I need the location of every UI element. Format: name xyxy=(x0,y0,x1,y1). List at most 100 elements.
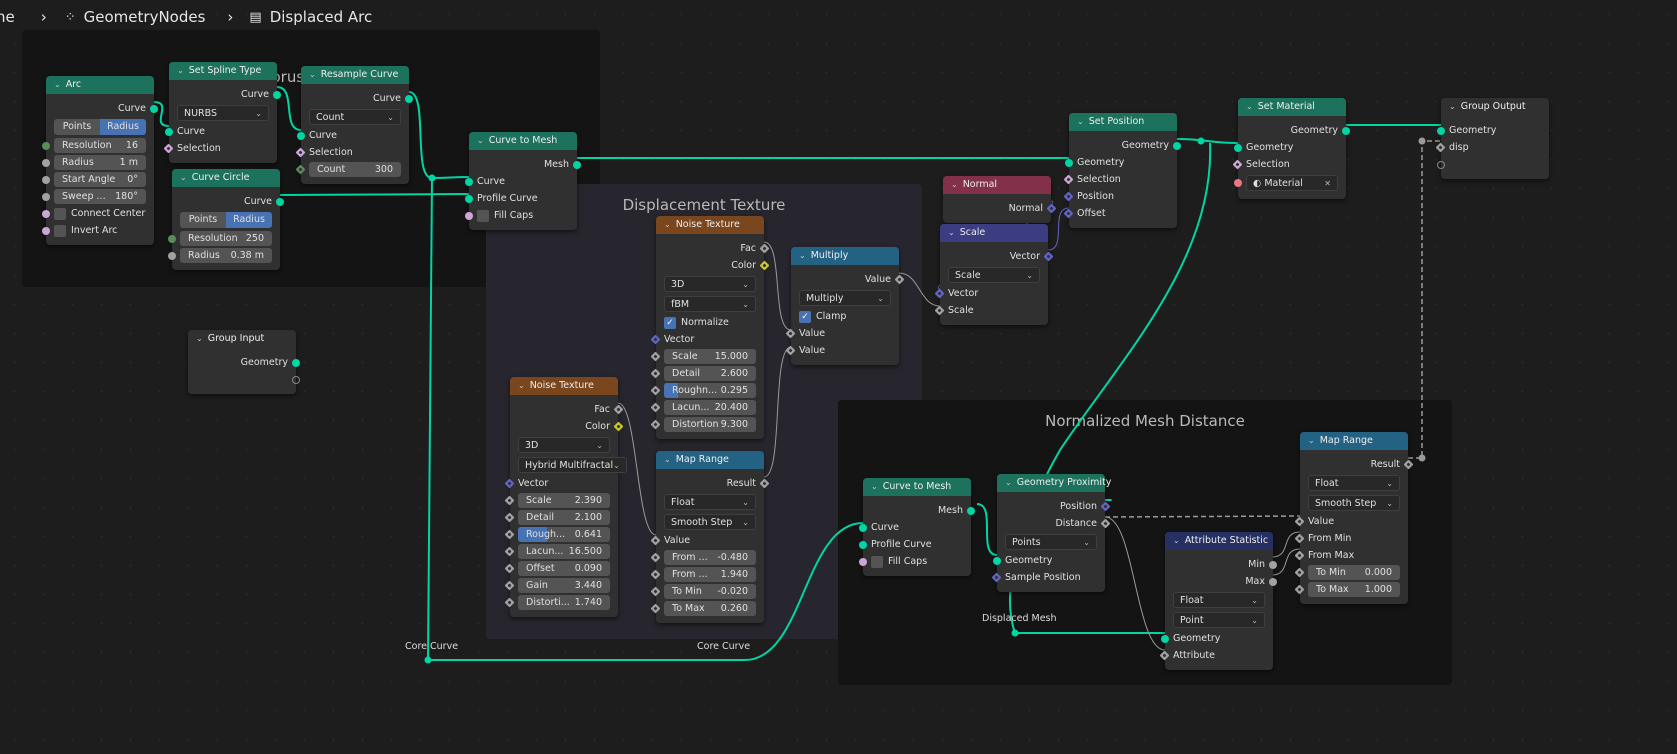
dropdown[interactable]: Float ⌄ xyxy=(1173,592,1265,608)
number-field-detail[interactable]: Detail 2.100 xyxy=(518,510,610,525)
number-field-radius[interactable]: Radius 1 m xyxy=(54,155,146,170)
material-selector[interactable]: ◐ Material ✕ xyxy=(1246,175,1338,191)
node-arc[interactable]: ⌄ Arc Curve Points Radius Resolution 16 Radius 1… xyxy=(42,76,158,245)
dropdown[interactable]: Scale ⌄ xyxy=(948,267,1040,283)
number-field-distortion[interactable]: Distortion 9.300 xyxy=(664,417,756,432)
socket-bool-icon[interactable] xyxy=(42,227,50,235)
number-field-resolution[interactable]: Resolution 16 xyxy=(54,138,146,153)
checkbox[interactable] xyxy=(54,224,66,237)
collapse-chevron-icon[interactable]: ⌄ xyxy=(951,180,958,189)
socket-geometry-icon[interactable] xyxy=(573,161,581,169)
number-field-roughn-[interactable]: Roughn... 0.295 xyxy=(664,383,756,398)
socket-empty-icon[interactable] xyxy=(292,376,300,384)
node-geoprox[interactable]: ⌄ Geometry Proximity Position Distance Point… xyxy=(991,474,1111,592)
number-field-lacun-[interactable]: Lacun... 20.400 xyxy=(664,400,756,415)
socket-geometry-icon[interactable] xyxy=(1234,144,1242,152)
node-header[interactable]: ⌄ Curve to Mesh xyxy=(863,478,971,496)
socket-int-icon[interactable] xyxy=(168,235,176,243)
dropdown[interactable]: Float ⌄ xyxy=(664,494,756,510)
number-field-gain[interactable]: Gain 3.440 xyxy=(518,578,610,593)
node-header[interactable]: ⌄ Set Material xyxy=(1238,98,1346,116)
number-field-to-min[interactable]: To Min -0.020 xyxy=(664,584,756,599)
number-field-resolution[interactable]: Resolution 250 xyxy=(180,231,272,246)
dropdown[interactable]: Smooth Step ⌄ xyxy=(664,514,756,530)
socket-bool-icon[interactable] xyxy=(465,212,473,220)
number-field-lacun-[interactable]: Lacun... 16.500 xyxy=(518,544,610,559)
node-setmat[interactable]: ⌄ Set Material Geometry Geometry Selection ◐ … xyxy=(1232,98,1350,199)
number-field-to-min[interactable]: To Min 0.000 xyxy=(1308,565,1400,580)
node-resample[interactable]: ⌄ Resample Curve Curve Count ⌄ Curve Selection… xyxy=(295,66,413,184)
toggle-option-radius[interactable]: Radius xyxy=(100,119,146,135)
node-header[interactable]: ⌄ Scale xyxy=(940,224,1048,242)
collapse-chevron-icon[interactable]: ⌄ xyxy=(1077,117,1084,126)
node-header[interactable]: ⌄ Group Output xyxy=(1441,98,1549,116)
checkbox[interactable] xyxy=(477,209,489,222)
node-gout[interactable]: ⌄ Group Output Geometry disp xyxy=(1435,98,1549,179)
node-mult[interactable]: ⌄ Multiply Value Multiply ⌄ ✓ Clamp Value Value xyxy=(785,247,905,365)
socket-geometry-icon[interactable] xyxy=(859,541,867,549)
socket-geometry-icon[interactable] xyxy=(465,178,473,186)
socket-geometry-icon[interactable] xyxy=(150,105,158,113)
dropdown[interactable]: 3D ⌄ xyxy=(518,437,610,453)
node-gin[interactable]: ⌄ Group Input Geometry xyxy=(188,330,300,394)
collapse-chevron-icon[interactable]: ⌄ xyxy=(1246,102,1253,111)
collapse-chevron-icon[interactable]: ⌄ xyxy=(477,136,484,145)
node-header[interactable]: ⌄ Curve Circle xyxy=(172,169,280,187)
socket-geometry-icon[interactable] xyxy=(165,128,173,136)
socket-float-icon[interactable] xyxy=(168,252,176,260)
collapse-chevron-icon[interactable]: ⌄ xyxy=(518,381,525,390)
toggle-option-points[interactable]: Points xyxy=(54,119,100,135)
dropdown[interactable]: Point ⌄ xyxy=(1173,612,1265,628)
socket-int-icon[interactable] xyxy=(42,142,50,150)
dropdown[interactable]: Multiply ⌄ xyxy=(799,290,891,306)
socket-geometry-icon[interactable] xyxy=(297,132,305,140)
socket-geometry-icon[interactable] xyxy=(1065,159,1073,167)
clear-icon[interactable]: ✕ xyxy=(1324,179,1331,188)
node-c2m[interactable]: ⌄ Curve to Mesh Mesh Curve Profile Curve Fill… xyxy=(465,132,581,230)
dropdown[interactable]: fBM ⌄ xyxy=(664,296,756,312)
node-header[interactable]: ⌄ Normal xyxy=(943,176,1051,194)
number-field-from-[interactable]: From ... 1.940 xyxy=(664,567,756,582)
node-header[interactable]: ⌄ Group Input xyxy=(188,330,296,348)
number-field-to-max[interactable]: To Max 1.000 xyxy=(1308,582,1400,597)
socket-float-icon[interactable] xyxy=(42,176,50,184)
mode-toggle[interactable]: Points Radius xyxy=(180,212,272,228)
collapse-chevron-icon[interactable]: ⌄ xyxy=(1005,478,1012,487)
number-field-from-[interactable]: From ... -0.480 xyxy=(664,550,756,565)
node-normal[interactable]: ⌄ Normal Normal xyxy=(943,176,1057,223)
checkbox[interactable]: ✓ xyxy=(799,310,811,323)
dropdown[interactable]: Count ⌄ xyxy=(309,109,401,125)
collapse-chevron-icon[interactable]: ⌄ xyxy=(177,66,184,75)
node-attrstat[interactable]: ⌄ Attribute Statistic Min Max Float ⌄ Point ⌄ Ge… xyxy=(1159,532,1277,670)
socket-geometry-icon[interactable] xyxy=(1173,142,1181,150)
socket-geometry-icon[interactable] xyxy=(273,91,281,99)
node-noise1[interactable]: ⌄ Noise Texture Fac Color 3D ⌄ fBM ⌄ ✓ Normalize V… xyxy=(650,216,770,439)
node-header[interactable]: ⌄ Set Spline Type xyxy=(169,62,277,80)
dropdown[interactable]: Hybrid Multifractal ⌄ xyxy=(518,457,627,473)
node-header[interactable]: ⌄ Resample Curve xyxy=(301,66,409,84)
socket-geometry-icon[interactable] xyxy=(292,359,300,367)
checkbox[interactable]: ✓ xyxy=(664,316,676,329)
breadcrumb-modifier[interactable]: GeometryNodes xyxy=(84,8,206,26)
collapse-chevron-icon[interactable]: ⌄ xyxy=(664,220,671,229)
checkbox[interactable] xyxy=(54,207,66,220)
node-setpos[interactable]: ⌄ Set Position Geometry Geometry Selection Po… xyxy=(1063,113,1181,228)
toggle-option-radius[interactable]: Radius xyxy=(226,212,272,228)
node-circle[interactable]: ⌄ Curve Circle Curve Points Radius Resolution… xyxy=(168,169,284,270)
number-field-count[interactable]: Count 300 xyxy=(309,162,401,177)
socket-bool-icon[interactable] xyxy=(859,558,867,566)
number-field-distorti-[interactable]: Distorti... 1.740 xyxy=(518,595,610,610)
socket-float-icon[interactable] xyxy=(42,193,50,201)
socket-geometry-icon[interactable] xyxy=(1161,635,1169,643)
node-header[interactable]: ⌄ Multiply xyxy=(791,247,899,265)
socket-float-icon[interactable] xyxy=(42,159,50,167)
socket-bool-icon[interactable] xyxy=(42,210,50,218)
dropdown[interactable]: Smooth Step ⌄ xyxy=(1308,495,1400,511)
number-field-sweep-[interactable]: Sweep ... 180° xyxy=(54,189,146,204)
collapse-chevron-icon[interactable]: ⌄ xyxy=(948,228,955,237)
socket-geometry-icon[interactable] xyxy=(465,195,473,203)
node-header[interactable]: ⌄ Set Position xyxy=(1069,113,1177,131)
collapse-chevron-icon[interactable]: ⌄ xyxy=(871,482,878,491)
number-field-radius[interactable]: Radius 0.38 m xyxy=(180,248,272,263)
node-header[interactable]: ⌄ Curve to Mesh xyxy=(469,132,577,150)
